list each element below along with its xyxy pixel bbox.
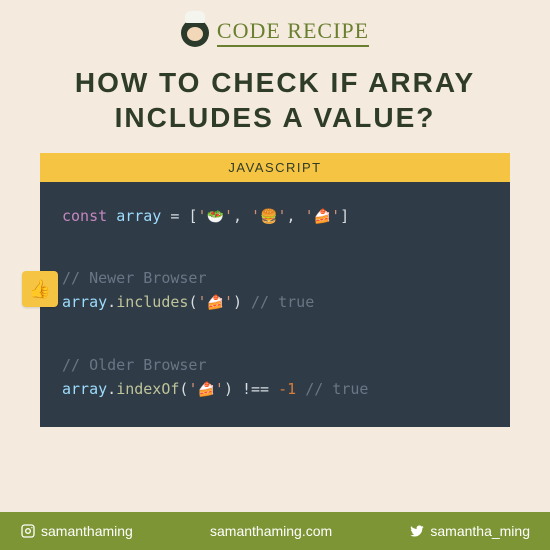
code-line-includes: array.includes('🍰') // true xyxy=(62,290,488,314)
comment-newer: // Newer Browser xyxy=(62,266,488,290)
comment-older: // Older Browser xyxy=(62,353,488,377)
code-language-tab: JAVASCRIPT xyxy=(40,153,510,182)
instagram-link[interactable]: samanthaming xyxy=(20,523,133,539)
page-title: HOW TO CHECK IF ARRAY INCLUDES A VALUE? xyxy=(0,51,550,153)
code-block: JAVASCRIPT 👍 const array = ['🥗', '🍔', '🍰… xyxy=(40,153,510,427)
instagram-handle: samanthaming xyxy=(41,523,133,539)
title-line-1: HOW TO CHECK IF ARRAY xyxy=(30,65,520,100)
website-link[interactable]: samanthaming.com xyxy=(210,523,332,539)
twitter-handle: samantha_ming xyxy=(430,523,530,539)
code-body: const array = ['🥗', '🍔', '🍰'] // Newer B… xyxy=(40,182,510,427)
twitter-icon xyxy=(409,523,425,539)
footer: samanthaming samanthaming.com samantha_m… xyxy=(0,512,550,550)
code-line-declare: const array = ['🥗', '🍔', '🍰'] xyxy=(62,204,488,228)
chef-logo-icon xyxy=(181,19,209,47)
code-line-indexof: array.indexOf('🍰') !== -1 // true xyxy=(62,377,488,401)
thumbs-up-icon: 👍 xyxy=(22,271,58,307)
header: CODE RECIPE xyxy=(0,0,550,51)
brand-title: CODE RECIPE xyxy=(217,18,369,47)
title-line-2: INCLUDES A VALUE? xyxy=(30,100,520,135)
instagram-icon xyxy=(20,523,36,539)
twitter-link[interactable]: samantha_ming xyxy=(409,523,530,539)
